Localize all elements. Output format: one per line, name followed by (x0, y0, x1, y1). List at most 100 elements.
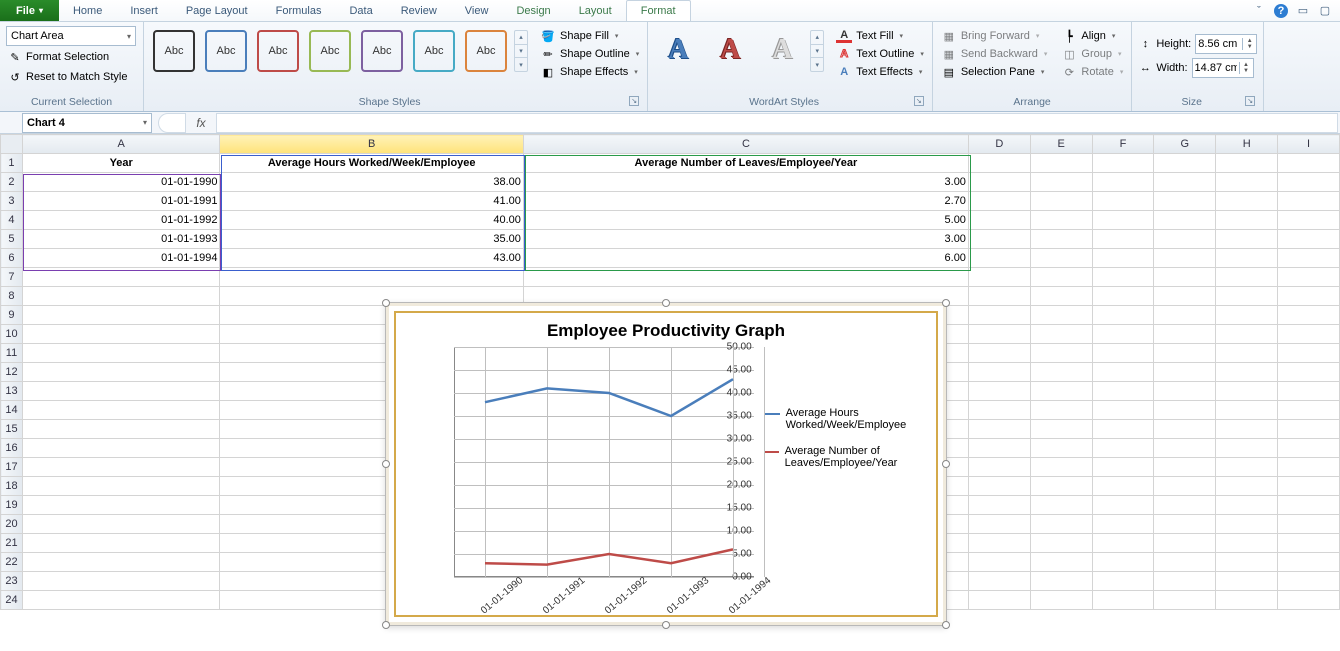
cell-H12[interactable] (1216, 363, 1278, 382)
row-header-23[interactable]: 23 (1, 572, 23, 591)
cell-C4[interactable]: 5.00 (523, 211, 968, 230)
row-header-14[interactable]: 14 (1, 401, 23, 420)
cell-I23[interactable] (1278, 572, 1340, 591)
cell-I24[interactable] (1278, 591, 1340, 610)
cell-I19[interactable] (1278, 496, 1340, 515)
cell-I5[interactable] (1278, 230, 1340, 249)
col-header-F[interactable]: F (1092, 135, 1154, 154)
text-fill-button[interactable]: AText Fill (834, 28, 926, 44)
name-box[interactable]: Chart 4 (22, 113, 152, 133)
shape-effects-button[interactable]: ◧Shape Effects (538, 64, 641, 80)
cell-I11[interactable] (1278, 344, 1340, 363)
cell-I21[interactable] (1278, 534, 1340, 553)
cell-D16[interactable] (968, 439, 1030, 458)
shape-style-preset-7[interactable]: Abc (465, 30, 507, 72)
cell-H1[interactable] (1216, 154, 1278, 173)
cell-E3[interactable] (1030, 192, 1092, 211)
tab-insert[interactable]: Insert (116, 0, 172, 21)
cell-G12[interactable] (1154, 363, 1216, 382)
cell-D20[interactable] (968, 515, 1030, 534)
cell-E8[interactable] (1030, 287, 1092, 306)
cell-F23[interactable] (1092, 572, 1154, 591)
cell-D15[interactable] (968, 420, 1030, 439)
cell-F17[interactable] (1092, 458, 1154, 477)
cell-A20[interactable] (22, 515, 219, 534)
cell-C7[interactable] (523, 268, 968, 287)
cell-E9[interactable] (1030, 306, 1092, 325)
cell-H18[interactable] (1216, 477, 1278, 496)
cell-I8[interactable] (1278, 287, 1340, 306)
cell-E17[interactable] (1030, 458, 1092, 477)
cell-H24[interactable] (1216, 591, 1278, 610)
cell-F21[interactable] (1092, 534, 1154, 553)
wordart-preset-1[interactable]: A (656, 28, 700, 72)
tab-review[interactable]: Review (387, 0, 451, 21)
cell-E6[interactable] (1030, 249, 1092, 268)
cell-E13[interactable] (1030, 382, 1092, 401)
cell-A1[interactable]: Year (22, 154, 219, 173)
col-header-A[interactable]: A (22, 135, 219, 154)
row-header-8[interactable]: 8 (1, 287, 23, 306)
row-header-10[interactable]: 10 (1, 325, 23, 344)
cell-I3[interactable] (1278, 192, 1340, 211)
bring-forward-button[interactable]: ▦Bring Forward (939, 28, 1050, 44)
cell-A24[interactable] (22, 591, 219, 610)
cell-G9[interactable] (1154, 306, 1216, 325)
cell-F12[interactable] (1092, 363, 1154, 382)
row-header-5[interactable]: 5 (1, 230, 23, 249)
cell-F18[interactable] (1092, 477, 1154, 496)
cell-A10[interactable] (22, 325, 219, 344)
cell-G15[interactable] (1154, 420, 1216, 439)
chart-plot-area[interactable]: 0.005.0010.0015.0020.0025.0030.0035.0040… (454, 347, 754, 577)
ribbon-minimize-icon[interactable]: ˇ (1252, 4, 1266, 18)
tab-formulas[interactable]: Formulas (262, 0, 336, 21)
cell-H22[interactable] (1216, 553, 1278, 572)
col-header-H[interactable]: H (1216, 135, 1278, 154)
cell-H2[interactable] (1216, 173, 1278, 192)
window-close-icon[interactable]: ▢ (1318, 4, 1332, 18)
cell-A23[interactable] (22, 572, 219, 591)
row-header-24[interactable]: 24 (1, 591, 23, 610)
text-effects-button[interactable]: AText Effects (834, 64, 926, 80)
cell-H19[interactable] (1216, 496, 1278, 515)
cell-F11[interactable] (1092, 344, 1154, 363)
height-spinner[interactable]: ▲▼ (1195, 34, 1257, 54)
row-header-2[interactable]: 2 (1, 173, 23, 192)
cell-C2[interactable]: 3.00 (523, 173, 968, 192)
cell-F22[interactable] (1092, 553, 1154, 572)
cell-F3[interactable] (1092, 192, 1154, 211)
cell-B4[interactable]: 40.00 (220, 211, 523, 230)
col-header-B[interactable]: B (220, 135, 523, 154)
cell-C5[interactable]: 3.00 (523, 230, 968, 249)
cell-D11[interactable] (968, 344, 1030, 363)
cell-G23[interactable] (1154, 572, 1216, 591)
cell-I10[interactable] (1278, 325, 1340, 344)
cell-G4[interactable] (1154, 211, 1216, 230)
row-header-18[interactable]: 18 (1, 477, 23, 496)
embedded-chart[interactable]: Employee Productivity Graph 0.005.0010.0… (385, 302, 947, 626)
row-header-19[interactable]: 19 (1, 496, 23, 515)
size-launcher[interactable]: ↘ (1245, 96, 1255, 106)
cell-G1[interactable] (1154, 154, 1216, 173)
cell-D14[interactable] (968, 401, 1030, 420)
cell-G24[interactable] (1154, 591, 1216, 610)
cell-F14[interactable] (1092, 401, 1154, 420)
shape-style-gallery-more[interactable]: ▴▾▾ (514, 30, 528, 72)
col-header-C[interactable]: C (523, 135, 968, 154)
cell-A6[interactable]: 01-01-1994 (22, 249, 219, 268)
cell-A9[interactable] (22, 306, 219, 325)
cell-D17[interactable] (968, 458, 1030, 477)
wordart-preset-2[interactable]: A (708, 28, 752, 72)
rotate-button[interactable]: ⟳Rotate (1059, 64, 1125, 80)
row-header-21[interactable]: 21 (1, 534, 23, 553)
cell-H14[interactable] (1216, 401, 1278, 420)
cell-G22[interactable] (1154, 553, 1216, 572)
shape-style-preset-1[interactable]: Abc (153, 30, 195, 72)
cell-F8[interactable] (1092, 287, 1154, 306)
cell-E18[interactable] (1030, 477, 1092, 496)
cell-D1[interactable] (968, 154, 1030, 173)
cell-E12[interactable] (1030, 363, 1092, 382)
cell-G11[interactable] (1154, 344, 1216, 363)
chart-title[interactable]: Employee Productivity Graph (404, 321, 928, 341)
cell-H5[interactable] (1216, 230, 1278, 249)
